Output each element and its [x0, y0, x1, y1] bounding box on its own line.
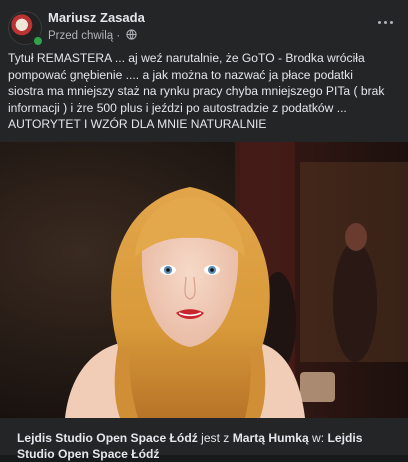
post-photo[interactable]	[0, 142, 408, 418]
online-status-icon	[32, 35, 44, 47]
caption-text: Lejdis Studio Open Space Łódź jest z Mar…	[17, 430, 392, 462]
post-meta: Przed chwilą ·	[48, 29, 138, 43]
caption-in: w:	[308, 431, 328, 445]
tagged-person-link[interactable]: Martą Humką	[233, 431, 309, 445]
feed-post: Mariusz Zasada Przed chwilą · Tytuł REMA…	[0, 0, 408, 461]
post-text: Tytuł REMASTERA ... aj weź narutalnie, ż…	[8, 51, 385, 131]
caption-with: jest z	[197, 431, 233, 445]
more-options-icon[interactable]	[372, 12, 398, 32]
post-header: Mariusz Zasada Przed chwilą ·	[0, 0, 408, 47]
photo-caption: Lejdis Studio Open Space Łódź jest z Mar…	[0, 418, 408, 461]
globe-icon[interactable]	[126, 29, 138, 43]
place-link[interactable]: Lejdis Studio Open Space Łódź	[17, 431, 198, 445]
author-name[interactable]: Mariusz Zasada	[48, 10, 145, 25]
meta-separator: ·	[113, 30, 124, 42]
post-timestamp[interactable]: Przed chwilą	[48, 30, 113, 42]
